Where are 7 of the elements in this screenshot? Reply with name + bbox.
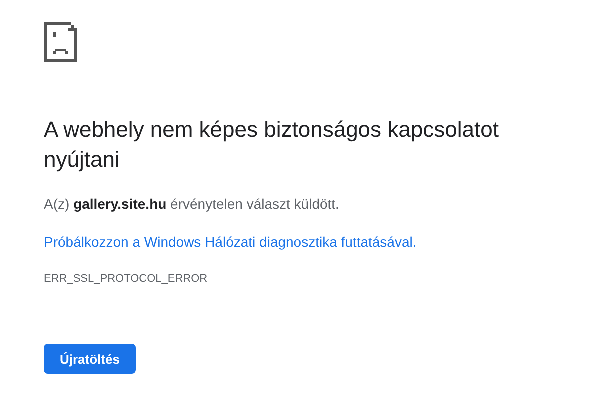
error-summary: A(z) gallery.site.hu érvénytelen választ küldött. [44,195,340,214]
error-code: ERR_SSL_PROTOCOL_ERROR [44,272,209,286]
suggestion-text: Próbálkozzon a Windows Hálózati diagnosztika futtatásával. [44,233,418,252]
diagnostics-link[interactable]: Próbálkozzon a Windows Hálózati diagnosztika futtatásával [44,234,413,250]
sad-page-icon [44,22,77,62]
reload-button[interactable]: Újratöltés [44,344,136,374]
error-heading: A webhely nem képes biztonságos kapcsolatot nyújtani [44,116,500,174]
